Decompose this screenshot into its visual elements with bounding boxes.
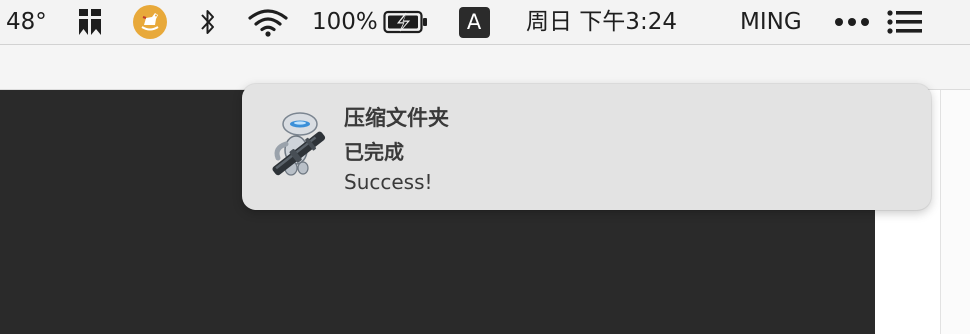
more-dots-icon[interactable] xyxy=(832,0,872,44)
temperature-readout: 48° xyxy=(6,9,47,35)
menu-bar: 48° 100% A 周日 下午3:24 MING xyxy=(0,0,970,45)
automator-robot-icon xyxy=(264,110,332,182)
rocking-horse-icon[interactable] xyxy=(131,0,169,44)
input-source-badge: A xyxy=(458,6,490,38)
clock[interactable]: 周日 下午3:24 xyxy=(526,0,677,44)
battery-percent: 100% xyxy=(312,9,378,35)
wifi-icon[interactable] xyxy=(245,0,291,44)
input-source-menu[interactable]: A xyxy=(458,0,490,44)
notification-body: Success! xyxy=(344,170,433,194)
user-menu[interactable]: MING xyxy=(740,0,802,44)
user-name: MING xyxy=(740,9,802,35)
notification-subtitle: 已完成 xyxy=(344,140,404,164)
weather-status[interactable]: 48° xyxy=(6,0,47,44)
clock-datetime: 周日 下午3:24 xyxy=(526,9,677,35)
bookmark-icon[interactable] xyxy=(76,0,104,44)
notification-center-icon[interactable] xyxy=(885,0,925,44)
battery-charging-icon[interactable] xyxy=(382,0,430,44)
notification-title: 压缩文件夹 xyxy=(344,106,449,130)
input-source-letter: A xyxy=(466,10,482,34)
notification-banner[interactable]: 压缩文件夹 已完成 Success! xyxy=(242,84,931,210)
bluetooth-icon[interactable] xyxy=(196,0,220,44)
battery-status[interactable]: 100% xyxy=(312,0,378,44)
scroll-edge xyxy=(941,90,970,334)
